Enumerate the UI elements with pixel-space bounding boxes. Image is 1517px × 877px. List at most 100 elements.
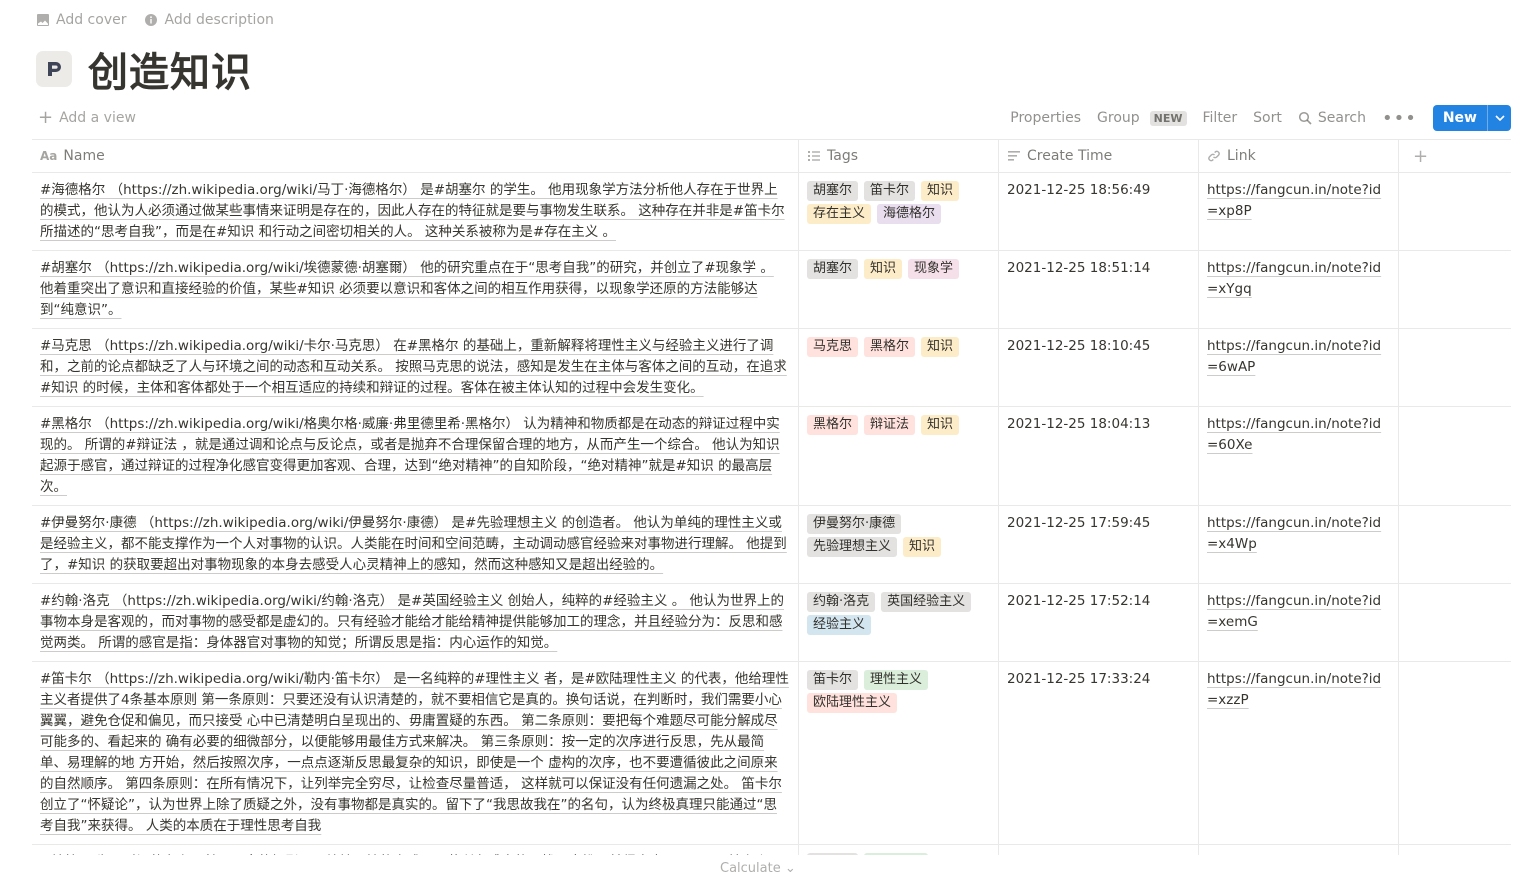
create-time-value: 2021-12-25 17:19:26 xyxy=(1007,854,1150,855)
link-url[interactable]: https://fangcun.in/note?id=xzzP xyxy=(1207,671,1381,708)
cell-empty xyxy=(1399,173,1511,250)
cell-name[interactable]: #胡塞尔 （https://zh.wikipedia.org/wiki/埃德蒙德… xyxy=(32,251,799,328)
link-url[interactable]: https://fangcun.in/note?id=xemG xyxy=(1207,593,1381,630)
row-title-link[interactable]: #海德格尔 （https://zh.wikipedia.org/wiki/马丁·… xyxy=(40,182,785,240)
add-cover-label: Add cover xyxy=(56,12,127,28)
column-header-create-time[interactable]: Create Time xyxy=(999,140,1199,172)
chevron-down-icon[interactable] xyxy=(1487,105,1511,131)
link-url[interactable]: https://fangcun.in/note?id=xYgq xyxy=(1207,260,1381,297)
tag-list: 伊曼努尔·康德 先验理想主义 知识 xyxy=(807,513,990,557)
cell-link[interactable]: https://fangcun.in/note?id=xp8P xyxy=(1199,173,1399,250)
column-header-tags[interactable]: Tags xyxy=(799,140,999,172)
tag-chip: 先验理想主义 xyxy=(807,537,898,557)
table-body: #海德格尔 （https://zh.wikipedia.org/wiki/马丁·… xyxy=(32,173,1511,855)
row-title-link[interactable]: #约翰·洛克 （https://zh.wikipedia.org/wiki/约翰… xyxy=(40,593,784,651)
cell-create-time[interactable]: 2021-12-25 17:19:26 xyxy=(999,845,1199,855)
page-title[interactable]: 创造知识 xyxy=(88,40,252,98)
row-title-link[interactable]: #笛卡尔 （https://zh.wikipedia.org/wiki/勒内·笛… xyxy=(40,671,789,834)
cell-name[interactable]: #黑格尔 （https://zh.wikipedia.org/wiki/格奥尔格… xyxy=(32,407,799,505)
cell-name[interactable]: #马克思 （https://zh.wikipedia.org/wiki/卡尔·马… xyxy=(32,329,799,406)
cell-link[interactable]: https://fangcun.in/note?id=xYgq xyxy=(1199,251,1399,328)
new-button[interactable]: New xyxy=(1432,105,1511,131)
add-property-button[interactable]: + xyxy=(1399,140,1511,172)
cell-tags[interactable]: 胡塞尔 知识 现象学 xyxy=(799,251,999,328)
table-row[interactable]: #伊曼努尔·康德 （https://zh.wikipedia.org/wiki/… xyxy=(32,506,1511,584)
row-title-link[interactable]: #胡塞尔 （https://zh.wikipedia.org/wiki/埃德蒙德… xyxy=(40,260,774,318)
table-row[interactable]: #约翰·洛克 （https://zh.wikipedia.org/wiki/约翰… xyxy=(32,584,1511,662)
cell-tags[interactable]: 黑格尔 辩证法 知识 xyxy=(799,407,999,505)
table-row[interactable]: #笛卡尔 （https://zh.wikipedia.org/wiki/勒内·笛… xyxy=(32,662,1511,845)
link-url[interactable]: https://fangcun.in/note?id=60Xe xyxy=(1207,416,1381,453)
cell-name[interactable]: #约翰·洛克 （https://zh.wikipedia.org/wiki/约翰… xyxy=(32,584,799,661)
filter-button[interactable]: Filter xyxy=(1203,110,1238,126)
tag-chip: 笛卡尔 xyxy=(864,181,916,201)
cell-link[interactable]: https://fangcun.in/note?id=6wAP xyxy=(1199,329,1399,406)
view-toolbar: + Add a view Properties Group NEW Filter… xyxy=(32,104,1511,132)
table-row[interactable]: #马克思 （https://zh.wikipedia.org/wiki/卡尔·马… xyxy=(32,329,1511,407)
search-icon xyxy=(1298,111,1312,125)
cell-create-time[interactable]: 2021-12-25 18:10:45 xyxy=(999,329,1199,406)
row-title-link[interactable]: #伊曼努尔·康德 （https://zh.wikipedia.org/wiki/… xyxy=(40,515,787,573)
cell-name[interactable]: #海德格尔 （https://zh.wikipedia.org/wiki/马丁·… xyxy=(32,173,799,250)
info-icon xyxy=(145,14,158,26)
cell-link[interactable]: https://fangcun.in/note?id=60Xe xyxy=(1199,407,1399,505)
cell-tags[interactable]: 伊曼努尔·康德 先验理想主义 知识 xyxy=(799,506,999,583)
add-cover-button[interactable]: Add cover xyxy=(36,12,126,28)
row-title-link[interactable]: #柏拉图 为，时间的存在是基于理念的投影，以纯粹理性的方式，屏蔽所有感官的干扰，… xyxy=(40,854,769,855)
cell-link[interactable]: https://fangcun.in/note?id=xzzP xyxy=(1199,662,1399,844)
link-url[interactable]: https://fangcun.in/note?id=x4Wp xyxy=(1207,515,1381,552)
column-tags-label: Tags xyxy=(827,148,858,164)
more-options-icon[interactable]: ••• xyxy=(1382,108,1417,129)
cell-create-time[interactable]: 2021-12-25 18:56:49 xyxy=(999,173,1199,250)
cell-link[interactable]: https://fangcun.in/note? xyxy=(1199,845,1399,855)
cell-empty xyxy=(1399,506,1511,583)
link-url[interactable]: https://fangcun.in/note? xyxy=(1207,854,1369,855)
create-time-value: 2021-12-25 18:10:45 xyxy=(1007,338,1151,354)
cell-create-time[interactable]: 2021-12-25 17:33:24 xyxy=(999,662,1199,844)
cell-empty xyxy=(1399,251,1511,328)
sort-button[interactable]: Sort xyxy=(1253,110,1282,126)
page-top-actions: Add cover Add description xyxy=(36,12,274,28)
group-button[interactable]: Group NEW xyxy=(1097,110,1187,126)
table-row[interactable]: #胡塞尔 （https://zh.wikipedia.org/wiki/埃德蒙德… xyxy=(32,251,1511,329)
create-time-value: 2021-12-25 17:52:14 xyxy=(1007,593,1151,609)
add-view-button[interactable]: + Add a view xyxy=(32,109,136,127)
calculate-button[interactable]: Calculate ⌄ xyxy=(720,861,796,876)
cell-create-time[interactable]: 2021-12-25 17:52:14 xyxy=(999,584,1199,661)
add-description-button[interactable]: Add description xyxy=(144,12,274,28)
cell-create-time[interactable]: 2021-12-25 17:59:45 xyxy=(999,506,1199,583)
column-header-name[interactable]: Aa Name xyxy=(32,140,799,172)
new-button-label[interactable]: New xyxy=(1433,105,1487,131)
cell-tags[interactable]: 胡塞尔 笛卡尔 知识 存在主义 海德格尔 xyxy=(799,173,999,250)
link-url[interactable]: https://fangcun.in/note?id=xp8P xyxy=(1207,182,1381,219)
row-title-link[interactable]: #黑格尔 （https://zh.wikipedia.org/wiki/格奥尔格… xyxy=(40,416,780,495)
table-row[interactable]: #黑格尔 （https://zh.wikipedia.org/wiki/格奥尔格… xyxy=(32,407,1511,506)
search-button[interactable]: Search xyxy=(1298,110,1366,126)
cell-tags[interactable]: 约翰·洛克 英国经验主义 经验主义 xyxy=(799,584,999,661)
properties-button[interactable]: Properties xyxy=(1010,110,1081,126)
tag-chip: 海德格尔 xyxy=(877,204,942,224)
column-header-link[interactable]: Link xyxy=(1199,140,1399,172)
cell-empty xyxy=(1399,845,1511,855)
table-row[interactable]: #海德格尔 （https://zh.wikipedia.org/wiki/马丁·… xyxy=(32,173,1511,251)
row-title-link[interactable]: #马克思 （https://zh.wikipedia.org/wiki/卡尔·马… xyxy=(40,338,787,396)
tag-chip: 胡塞尔 xyxy=(807,181,859,201)
table-row[interactable]: #柏拉图 为，时间的存在是基于理念的投影，以纯粹理性的方式，屏蔽所有感官的干扰，… xyxy=(32,845,1511,855)
cell-tags[interactable]: 柏拉图 理性主义 xyxy=(799,845,999,855)
cell-name[interactable]: #柏拉图 为，时间的存在是基于理念的投影，以纯粹理性的方式，屏蔽所有感官的干扰，… xyxy=(32,845,799,855)
cell-name[interactable]: #伊曼努尔·康德 （https://zh.wikipedia.org/wiki/… xyxy=(32,506,799,583)
cell-tags[interactable]: 笛卡尔 理性主义 欧陆理性主义 xyxy=(799,662,999,844)
cell-link[interactable]: https://fangcun.in/note?id=xemG xyxy=(1199,584,1399,661)
cell-name[interactable]: #笛卡尔 （https://zh.wikipedia.org/wiki/勒内·笛… xyxy=(32,662,799,844)
cell-create-time[interactable]: 2021-12-25 18:51:14 xyxy=(999,251,1199,328)
create-time-value: 2021-12-25 17:59:45 xyxy=(1007,515,1151,531)
link-url[interactable]: https://fangcun.in/note?id=6wAP xyxy=(1207,338,1381,375)
tag-chip: 约翰·洛克 xyxy=(807,592,876,612)
cell-tags[interactable]: 马克思 黑格尔 知识 xyxy=(799,329,999,406)
create-time-value: 2021-12-25 17:33:24 xyxy=(1007,671,1151,687)
cell-link[interactable]: https://fangcun.in/note?id=x4Wp xyxy=(1199,506,1399,583)
page-icon[interactable] xyxy=(36,51,72,87)
cell-create-time[interactable]: 2021-12-25 18:04:13 xyxy=(999,407,1199,505)
cell-empty xyxy=(1399,662,1511,844)
tag-chip: 理性主义 xyxy=(864,670,929,690)
